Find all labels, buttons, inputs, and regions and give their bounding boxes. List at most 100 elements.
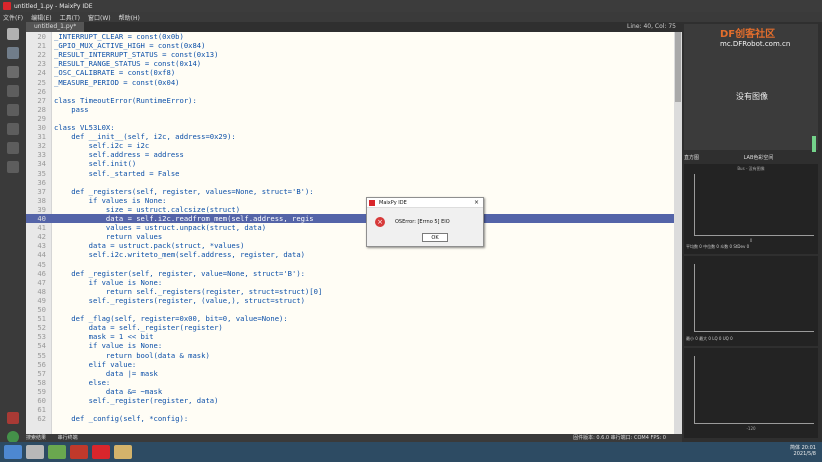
code-text: pass <box>54 104 89 114</box>
serial-terminal-tab[interactable]: 串行终端 <box>58 435 78 441</box>
code-line[interactable]: 31 def __init__(self, i2c, address=0x29)… <box>26 132 674 141</box>
code-line[interactable]: 37 def _registers(self, register, values… <box>26 187 674 196</box>
line-number: 22 <box>37 50 46 60</box>
code-line[interactable]: 50 <box>26 305 674 314</box>
connect-icon[interactable] <box>7 412 19 424</box>
taskbar-folder-icon[interactable] <box>114 445 132 459</box>
code-line[interactable]: 24 _OSC_CALIBRATE = const(0xf8) <box>26 68 674 77</box>
start-button-icon[interactable] <box>4 445 22 459</box>
paste-icon[interactable] <box>7 161 19 173</box>
code-editor[interactable]: 20 _INTERRUPT_CLEAR = const(0x0b) 21 _GPIO_… <box>26 32 674 434</box>
code-line[interactable]: 39 size = ustruct.calcsize(struct) <box>26 205 674 214</box>
scroll-thumb[interactable] <box>675 32 681 102</box>
menu-tools[interactable]: 工具(T) <box>60 13 80 22</box>
level-indicator <box>812 136 816 152</box>
code-line[interactable]: 34 self.init() <box>26 159 674 168</box>
histogram-grid-b <box>694 356 814 424</box>
line-number: 32 <box>37 141 46 151</box>
code-line[interactable]: 54 if value is None: <box>26 341 674 350</box>
taskbar-app-icon[interactable] <box>70 445 88 459</box>
code-line[interactable]: 52 data = self._register(register) <box>26 323 674 332</box>
code-line[interactable]: 26 <box>26 87 674 96</box>
code-line[interactable]: 48 return self._registers(register, stru… <box>26 287 674 296</box>
code-line[interactable]: 45 <box>26 260 674 269</box>
line-number: 36 <box>37 177 46 187</box>
taskbar-app-icon[interactable] <box>48 445 66 459</box>
line-number: 60 <box>37 396 46 405</box>
code-text: def __init__(self, i2c, address=0x29): <box>54 132 236 142</box>
new-file-icon[interactable] <box>7 28 19 40</box>
ok-button[interactable]: OK <box>422 233 448 242</box>
code-line[interactable]: 20 _INTERRUPT_CLEAR = const(0x0b) <box>26 32 674 41</box>
code-line[interactable]: 38 if values is None: <box>26 196 674 205</box>
open-folder-icon[interactable] <box>7 47 19 59</box>
code-line[interactable]: 47 if value is None: <box>26 278 674 287</box>
histogram-panel-b: -120 <box>684 348 818 438</box>
line-number: 54 <box>37 341 46 351</box>
code-line[interactable]: 49 self._registers(register, (value,), s… <box>26 296 674 305</box>
menu-help[interactable]: 帮助(H) <box>119 13 140 22</box>
line-number: 61 <box>37 405 46 415</box>
tab-untitled[interactable]: untitled_1.py* <box>26 22 85 32</box>
code-line[interactable]: 55 return bool(data & mask) <box>26 351 674 360</box>
redo-icon[interactable] <box>7 104 19 116</box>
code-line[interactable]: 23 _RESULT_RANGE_STATUS = const(0x14) <box>26 59 674 68</box>
taskbar-app-icon[interactable] <box>26 445 44 459</box>
menu-window[interactable]: 窗口(W) <box>88 13 111 22</box>
line-number: 59 <box>37 386 46 396</box>
code-text: def _flag(self, register=0x00, bit=0, va… <box>54 314 288 324</box>
code-line[interactable]: 61 <box>26 405 674 414</box>
undo-icon[interactable] <box>7 85 19 97</box>
line-number: 26 <box>37 86 46 96</box>
code-text: data &= ~mask <box>54 386 163 396</box>
code-line[interactable]: 58 else: <box>26 378 674 387</box>
code-line[interactable]: 33 self.address = address <box>26 150 674 159</box>
code-line[interactable]: 42 return values <box>26 232 674 241</box>
code-line[interactable]: 43 data = ustruct.pack(struct, *values) <box>26 241 674 250</box>
code-line[interactable]: 59 data &= ~mask <box>26 387 674 396</box>
code-line[interactable]: 40 data = self.i2c.readfrom_mem(self.add… <box>26 214 674 224</box>
code-line[interactable]: 62 def _config(self, *config): <box>26 414 674 423</box>
code-line[interactable]: 21 _GPIO_MUX_ACTIVE_HIGH = const(0x84) <box>26 41 674 50</box>
code-line[interactable]: 27 class TimeoutError(RuntimeError): <box>26 96 674 105</box>
code-line[interactable]: 44 self.i2c.writeto_mem(self.address, re… <box>26 250 674 259</box>
copy-icon[interactable] <box>7 142 19 154</box>
code-line[interactable]: 22 _RESULT_INTERRUPT_STATUS = const(0x13) <box>26 50 674 59</box>
code-line[interactable]: 30 class VL53L0X: <box>26 123 674 132</box>
menu-file[interactable]: 文件(F) <box>3 13 23 22</box>
code-line[interactable]: 46 def _register(self, register, value=N… <box>26 269 674 278</box>
line-number: 39 <box>37 204 46 214</box>
code-text: return values <box>54 232 163 242</box>
line-number: 35 <box>37 168 46 178</box>
histogram-title: Bus - 没有图像 <box>737 166 765 171</box>
code-line[interactable]: 53 mask = 1 << bit <box>26 332 674 341</box>
code-line[interactable]: 41 values = ustruct.unpack(struct, data) <box>26 223 674 232</box>
editor-scrollbar[interactable] <box>674 32 682 434</box>
firmware-info: 固件版本: 0.6.0 串行端口: COM4 FPS: 0 <box>573 435 666 441</box>
code-text: data |= mask <box>54 368 158 378</box>
line-number: 42 <box>37 232 46 242</box>
code-line[interactable]: 56 elif value: <box>26 360 674 369</box>
watermark-brand: DF创客社区 <box>720 29 776 40</box>
line-number: 31 <box>37 132 46 142</box>
code-line[interactable]: 36 <box>26 178 674 187</box>
code-line[interactable]: 57 data |= mask <box>26 369 674 378</box>
code-line[interactable]: 32 self.i2c = i2c <box>26 141 674 150</box>
search-results-tab[interactable]: 搜索结果 <box>26 435 46 441</box>
taskbar-maixpy-icon[interactable] <box>92 445 110 459</box>
code-line[interactable]: 25 _MEASURE_PERIOD = const(0x04) <box>26 78 674 87</box>
save-icon[interactable] <box>7 66 19 78</box>
menu-edit[interactable]: 编辑(E) <box>31 13 51 22</box>
code-text: if value is None: <box>54 277 163 287</box>
line-number: 41 <box>37 223 46 233</box>
code-line[interactable]: 35 self._started = False <box>26 169 674 178</box>
line-number: 40 <box>37 214 46 223</box>
code-line[interactable]: 28 pass <box>26 105 674 114</box>
cut-icon[interactable] <box>7 123 19 135</box>
code-line[interactable]: 29 <box>26 114 674 123</box>
dialog-close-icon[interactable]: × <box>474 198 479 208</box>
code-line[interactable]: 60 self._register(register, data) <box>26 396 674 405</box>
color-space-label: LAB色彩空间 <box>743 155 774 161</box>
code-line[interactable]: 51 def _flag(self, register=0x00, bit=0,… <box>26 314 674 323</box>
dialog-title: MaixPy IDE <box>379 200 407 206</box>
